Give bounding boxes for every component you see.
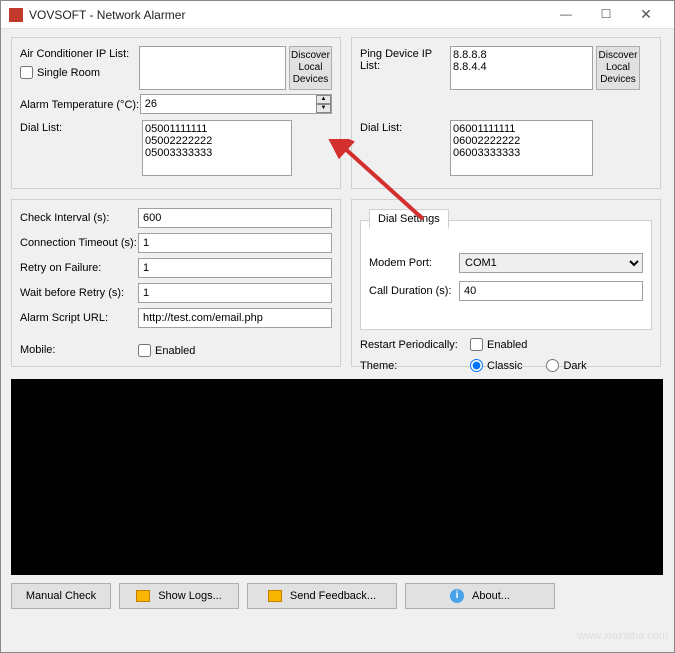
alarm-temp-label: Alarm Temperature (°C): (20, 97, 140, 111)
retry-label: Retry on Failure: (20, 262, 138, 274)
single-room-checkbox[interactable] (20, 66, 33, 79)
dial-list-label-right: Dial List: (360, 120, 450, 134)
wait-retry-input[interactable] (138, 283, 332, 303)
folder-icon (136, 590, 150, 602)
theme-classic-radio[interactable] (470, 359, 483, 372)
dial-list-textarea-left[interactable]: 05001111111 05002222222 05003333333 (142, 120, 292, 176)
theme-dark-radio[interactable] (546, 359, 559, 372)
about-button[interactable]: iAbout... (405, 583, 555, 609)
log-area[interactable] (11, 379, 663, 575)
restart-enabled-checkbox[interactable] (470, 338, 483, 351)
watermark-url: www.xiazaiba.com (578, 630, 668, 642)
restart-label: Restart Periodically: (360, 339, 470, 351)
send-feedback-button[interactable]: Send Feedback... (247, 583, 397, 609)
theme-classic-label: Classic (487, 360, 522, 372)
call-duration-input[interactable] (459, 281, 643, 301)
close-button[interactable]: ✕ (626, 1, 666, 28)
alarm-url-input[interactable] (138, 308, 332, 328)
check-interval-label: Check Interval (s): (20, 212, 138, 224)
ac-panel: Air Conditioner IP List: Single Room Dis… (11, 37, 341, 189)
ac-ip-textarea[interactable] (139, 46, 286, 90)
call-duration-label: Call Duration (s): (369, 285, 459, 297)
dial-options-panel: Dial Settings Modem Port: COM1 Call Dura… (351, 199, 661, 367)
retry-input[interactable] (138, 258, 332, 278)
minimize-button[interactable]: — (546, 1, 586, 28)
conn-timeout-input[interactable] (138, 233, 332, 253)
ping-panel: Ping Device IP List: 8.8.8.8 8.8.4.4 Dis… (351, 37, 661, 189)
wait-retry-label: Wait before Retry (s): (20, 287, 138, 299)
mobile-enabled-checkbox[interactable] (138, 344, 151, 357)
info-icon: i (450, 589, 464, 603)
check-interval-input[interactable] (138, 208, 332, 228)
window-title: VOVSOFT - Network Alarmer (29, 8, 546, 22)
single-room-label: Single Room (37, 67, 100, 79)
dial-settings-tabset: Dial Settings Modem Port: COM1 Call Dura… (360, 220, 652, 330)
button-bar: Manual Check Show Logs... Send Feedback.… (1, 575, 674, 617)
theme-dark-label: Dark (563, 360, 586, 372)
app-icon (9, 8, 23, 22)
settings-panel: Check Interval (s): Connection Timeout (… (11, 199, 341, 367)
discover-devices-button-right[interactable]: DiscoverLocalDevices (596, 46, 640, 90)
manual-check-button[interactable]: Manual Check (11, 583, 111, 609)
dial-settings-tab[interactable]: Dial Settings (369, 209, 449, 229)
dial-list-textarea-right[interactable]: 06001111111 06002222222 06003333333 (450, 120, 593, 176)
ac-ip-label: Air Conditioner IP List: Single Room (20, 46, 139, 79)
restart-enabled-label: Enabled (487, 339, 527, 351)
discover-devices-button-left[interactable]: DiscoverLocalDevices (289, 46, 332, 90)
ping-label: Ping Device IP List: (360, 46, 450, 72)
alarm-temp-input[interactable] (140, 94, 332, 114)
modem-port-select[interactable]: COM1 (459, 253, 643, 273)
envelope-icon (268, 590, 282, 602)
alarm-url-label: Alarm Script URL: (20, 312, 138, 324)
ping-textarea[interactable]: 8.8.8.8 8.8.4.4 (450, 46, 593, 90)
spin-up-icon[interactable]: ▲ (316, 95, 331, 104)
maximize-button[interactable]: ☐ (586, 1, 626, 28)
show-logs-button[interactable]: Show Logs... (119, 583, 239, 609)
spin-down-icon[interactable]: ▼ (316, 104, 331, 113)
conn-timeout-label: Connection Timeout (s): (20, 237, 138, 249)
dial-list-label-left: Dial List: (20, 120, 142, 134)
mobile-label: Mobile: (20, 344, 138, 356)
theme-label: Theme: (360, 360, 470, 372)
titlebar: VOVSOFT - Network Alarmer — ☐ ✕ (1, 1, 674, 29)
modem-port-label: Modem Port: (369, 257, 459, 269)
mobile-enabled-label: Enabled (155, 345, 195, 357)
